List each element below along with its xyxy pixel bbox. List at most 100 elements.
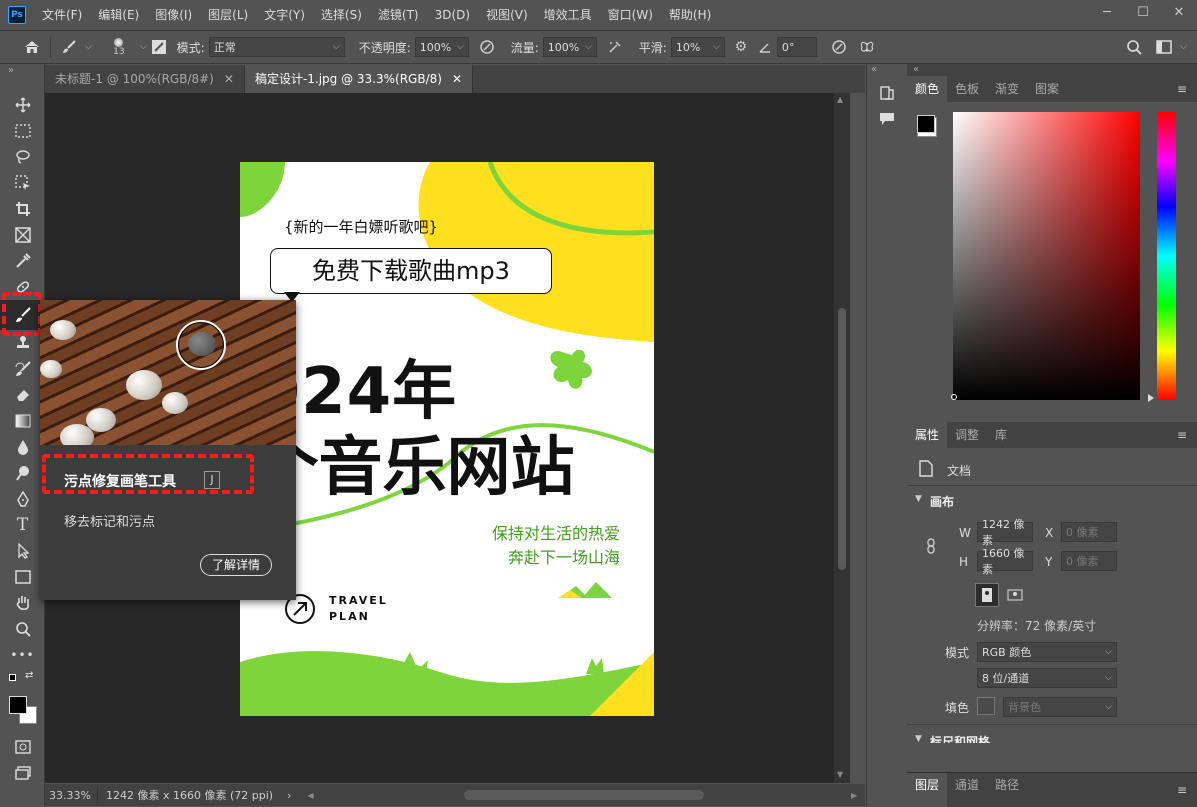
menu-window[interactable]: 窗口(W) [600, 0, 661, 30]
type-tool-icon[interactable]: T [0, 512, 45, 538]
horizontal-scrollbar[interactable] [318, 784, 852, 806]
tab-properties[interactable]: 属性 [907, 422, 948, 448]
color-field[interactable] [953, 112, 1140, 400]
rectangle-tool-icon[interactable] [0, 564, 45, 590]
scroll-down-icon[interactable]: ▼ [837, 770, 843, 779]
panel-menu-icon[interactable]: ≡ [1177, 82, 1197, 96]
y-field[interactable]: 0 像素 [1061, 551, 1117, 571]
width-field[interactable]: 1242 像素 [977, 518, 1033, 547]
tab-adjustments[interactable]: 调整 [947, 422, 987, 448]
screen-mode-icon[interactable] [0, 760, 45, 786]
symmetry-butterfly-icon[interactable] [855, 35, 879, 59]
scroll-up-icon[interactable]: ▲ [837, 95, 843, 104]
maximize-icon[interactable]: ☐ [1125, 0, 1161, 24]
tab-paths[interactable]: 路径 [987, 773, 1027, 807]
mode-select[interactable]: 正常 ⌵ [208, 37, 345, 57]
scroll-left-icon[interactable]: ◀ [308, 791, 318, 800]
color-swatches-mini[interactable]: ⇄ [0, 668, 44, 694]
tab-patterns[interactable]: 图案 [1027, 76, 1067, 102]
panel-foreground-swatch[interactable] [917, 115, 935, 133]
object-selection-tool-icon[interactable] [0, 170, 45, 196]
foreground-color-swatch[interactable] [9, 696, 27, 714]
workspace-icon[interactable] [1152, 35, 1176, 59]
chevron-down-icon[interactable]: ▼ [915, 734, 922, 744]
chevron-down-icon[interactable]: ⌵ [85, 42, 92, 52]
menu-help[interactable]: 帮助(H) [661, 0, 719, 30]
smoothing-field[interactable]: 10% ⌵ [670, 37, 725, 57]
gear-icon[interactable]: ⚙ [729, 35, 753, 59]
tab-gradients[interactable]: 渐变 [987, 76, 1027, 102]
zoom-level[interactable]: 33.33% [45, 789, 97, 802]
tab-design[interactable]: 稿定设计-1.jpg @ 33.3%(RGB/8) ✕ [244, 65, 474, 93]
menu-type[interactable]: 文字(Y) [256, 0, 313, 30]
flow-field[interactable]: 100% ⌵ [542, 37, 597, 57]
brush-preset-icon[interactable] [57, 35, 81, 59]
menu-3d[interactable]: 3D(D) [427, 0, 478, 30]
panel-menu-icon[interactable]: ≡ [1177, 783, 1197, 797]
landscape-orientation-button[interactable] [1003, 583, 1027, 607]
home-icon[interactable] [20, 35, 44, 59]
frame-tool-icon[interactable] [0, 222, 45, 248]
swap-colors-icon[interactable]: ⇄ [25, 670, 33, 681]
scrollbar-thumb[interactable] [838, 308, 846, 570]
menu-select[interactable]: 选择(S) [313, 0, 370, 30]
zoom-tool-icon[interactable] [0, 616, 45, 642]
close-icon[interactable]: ✕ [1161, 0, 1197, 24]
hue-slider[interactable] [1157, 112, 1176, 400]
scrollbar-thumb[interactable] [463, 790, 704, 800]
bit-depth-select[interactable]: 8 位/通道 ⌵ [977, 668, 1117, 688]
move-tool-icon[interactable] [0, 92, 45, 118]
airbrush-icon[interactable] [603, 35, 627, 59]
menu-file[interactable]: 文件(F) [34, 0, 90, 30]
color-mode-select[interactable]: RGB 颜色 ⌵ [977, 642, 1117, 662]
default-colors-icon[interactable] [9, 674, 16, 681]
collapse-icon[interactable]: « [867, 64, 906, 80]
link-icon[interactable] [925, 538, 937, 557]
lasso-tool-icon[interactable] [0, 144, 45, 170]
pressure-opacity-icon[interactable] [475, 35, 499, 59]
x-field[interactable]: 0 像素 [1061, 522, 1117, 542]
poster-canvas[interactable]: {新的一年白嫖听歌吧} 免费下载歌曲mp3 2024年 5个音乐网站 保持对生活… [240, 162, 654, 716]
fill-select[interactable]: 背景色 ⌵ [1003, 697, 1117, 717]
fill-swatch[interactable] [977, 697, 995, 715]
brush-size-picker[interactable]: 13 [102, 37, 136, 57]
hand-tool-icon[interactable] [0, 590, 45, 616]
color-picker-marker[interactable] [951, 394, 957, 400]
menu-image[interactable]: 图像(I) [147, 0, 200, 30]
crop-tool-icon[interactable] [0, 196, 45, 222]
angle-field[interactable]: 0° [776, 37, 817, 57]
portrait-orientation-button[interactable] [975, 583, 999, 607]
brush-settings-icon[interactable] [147, 35, 171, 59]
tab-swatches[interactable]: 色板 [947, 76, 987, 102]
blur-tool-icon[interactable] [0, 434, 45, 460]
gradient-tool-icon[interactable] [0, 408, 45, 434]
hue-slider-handle[interactable] [1148, 394, 1154, 402]
eyedropper-tool-icon[interactable] [0, 248, 45, 274]
tab-layers[interactable]: 图层 [907, 773, 948, 807]
eraser-tool-icon[interactable] [0, 382, 45, 408]
panel-menu-icon[interactable]: ≡ [1177, 428, 1197, 442]
close-icon[interactable]: ✕ [224, 65, 234, 93]
status-menu-arrow[interactable]: › [281, 789, 297, 802]
scroll-right-icon[interactable]: ▶ [851, 791, 865, 800]
comments-panel-icon[interactable] [867, 106, 907, 132]
chevron-down-icon[interactable]: ⌵ [1180, 42, 1187, 52]
tab-untitled[interactable]: 未标题-1 @ 100%(RGB/8#) ✕ [45, 65, 245, 93]
minimize-icon[interactable]: ─ [1089, 0, 1125, 24]
height-field[interactable]: 1660 像素 [977, 547, 1033, 576]
search-icon[interactable] [1122, 35, 1146, 59]
menu-plugins[interactable]: 增效工具 [536, 0, 600, 30]
learn-more-button[interactable]: 了解详情 [200, 554, 272, 576]
collapse-icon[interactable]: » [0, 64, 44, 92]
chevron-down-icon[interactable]: ▼ [915, 494, 922, 504]
path-selection-tool-icon[interactable] [0, 538, 45, 564]
tab-libraries[interactable]: 库 [987, 422, 1015, 448]
menu-filter[interactable]: 滤镜(T) [370, 0, 427, 30]
menu-view[interactable]: 视图(V) [478, 0, 536, 30]
more-tools-icon[interactable]: ••• [0, 642, 45, 668]
quick-mask-icon[interactable] [0, 734, 45, 760]
tab-channels[interactable]: 通道 [947, 773, 987, 807]
pen-tool-icon[interactable] [0, 486, 45, 512]
history-brush-tool-icon[interactable] [0, 356, 45, 382]
history-panel-icon[interactable] [867, 80, 907, 106]
